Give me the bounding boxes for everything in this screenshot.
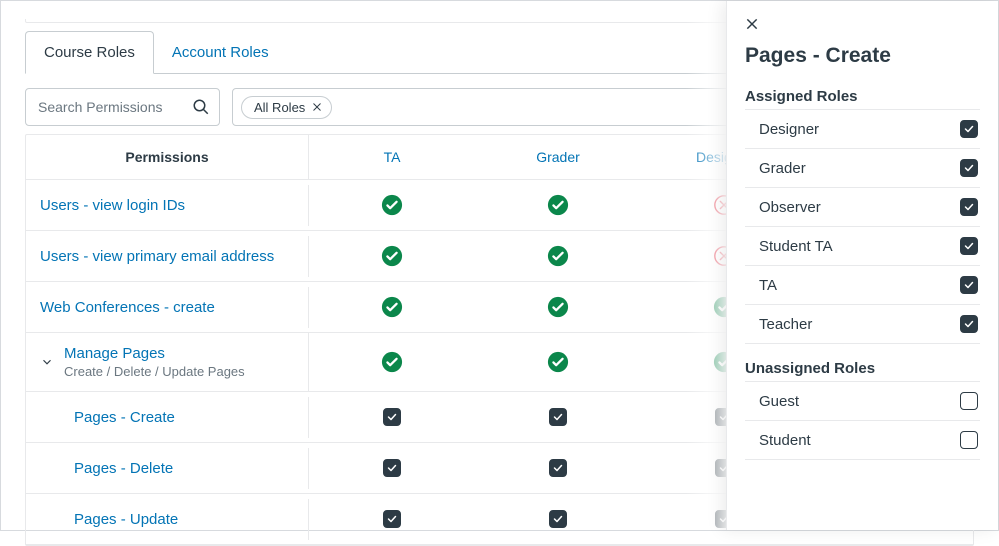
role-row: Observer (745, 188, 980, 227)
checkbox[interactable] (960, 237, 978, 255)
checkbox[interactable] (960, 198, 978, 216)
col-role[interactable]: Grader (475, 135, 641, 179)
filter-chip-all-roles: All Roles (241, 96, 332, 119)
role-row: Teacher (745, 305, 980, 344)
permission-value[interactable] (475, 180, 641, 230)
permission-value[interactable] (309, 282, 475, 332)
checkbox[interactable] (960, 315, 978, 333)
checkbox[interactable] (960, 431, 978, 449)
tab-course-roles[interactable]: Course Roles (25, 31, 154, 74)
checkbox[interactable] (960, 276, 978, 294)
permission-value[interactable] (475, 494, 641, 544)
permission-link[interactable]: Manage Pages (64, 345, 245, 362)
filter-chip-label: All Roles (254, 100, 305, 115)
col-role[interactable]: TA (309, 135, 475, 179)
panel-title: Pages - Create (745, 44, 980, 68)
permission-value[interactable] (475, 231, 641, 281)
chevron-down-icon (40, 355, 54, 369)
role-row: TA (745, 266, 980, 305)
permission-value[interactable] (475, 282, 641, 332)
tab-account-roles[interactable]: Account Roles (154, 32, 287, 73)
permission-cell: Users - view primary email address (26, 236, 309, 277)
checkbox[interactable] (549, 510, 567, 528)
role-name: Student (759, 432, 811, 449)
checkbox[interactable] (383, 408, 401, 426)
assigned-list: Designer Grader Observer Student TA TA Teache… (745, 109, 980, 344)
permission-value[interactable] (309, 392, 475, 442)
permission-value[interactable] (309, 337, 475, 387)
checkbox[interactable] (960, 159, 978, 177)
permission-link[interactable]: Users - view login IDs (40, 197, 185, 214)
close-icon[interactable] (311, 101, 323, 113)
role-row: Student TA (745, 227, 980, 266)
permission-value[interactable] (475, 337, 641, 387)
role-name: TA (759, 277, 777, 294)
checkbox[interactable] (383, 459, 401, 477)
permission-cell: Users - view login IDs (26, 185, 309, 226)
permission-cell: Pages - Update (26, 499, 309, 540)
close-icon[interactable] (745, 17, 759, 31)
role-name: Grader (759, 160, 806, 177)
role-name: Teacher (759, 316, 812, 333)
role-row: Grader (745, 149, 980, 188)
permission-value[interactable] (309, 231, 475, 281)
checkbox[interactable] (549, 459, 567, 477)
checkbox[interactable] (960, 392, 978, 410)
checkbox[interactable] (960, 120, 978, 138)
role-row: Guest (745, 381, 980, 421)
permission-cell: Web Conferences - create (26, 287, 309, 328)
role-name: Guest (759, 393, 799, 410)
permission-sublabel: Create / Delete / Update Pages (64, 364, 245, 379)
role-row: Student (745, 421, 980, 460)
permission-cell: Pages - Create (26, 397, 309, 438)
search-box (25, 88, 220, 126)
expand-cell[interactable]: Manage Pages Create / Delete / Update Pag… (26, 333, 309, 391)
permission-link[interactable]: Web Conferences - create (40, 299, 215, 316)
checkbox[interactable] (549, 408, 567, 426)
unassigned-list: Guest Student (745, 381, 980, 460)
role-row: Designer (745, 109, 980, 149)
permission-link[interactable]: Users - view primary email address (40, 248, 274, 265)
permission-value[interactable] (309, 494, 475, 544)
detail-panel: Pages - Create Assigned Roles Designer Gr… (726, 1, 998, 530)
permission-link[interactable]: Pages - Update (74, 511, 178, 528)
permission-cell: Pages - Delete (26, 448, 309, 489)
permission-value[interactable] (309, 443, 475, 493)
search-input[interactable] (25, 88, 220, 126)
permission-link[interactable]: Pages - Delete (74, 460, 173, 477)
checkbox[interactable] (383, 510, 401, 528)
permission-link[interactable]: Pages - Create (74, 409, 175, 426)
permission-value[interactable] (475, 392, 641, 442)
role-name: Student TA (759, 238, 833, 255)
search-icon (192, 98, 210, 116)
permission-value[interactable] (309, 180, 475, 230)
unassigned-heading: Unassigned Roles (745, 360, 980, 377)
assigned-heading: Assigned Roles (745, 88, 980, 105)
role-name: Observer (759, 199, 821, 216)
col-permissions: Permissions (26, 135, 309, 179)
role-name: Designer (759, 121, 819, 138)
permission-value[interactable] (475, 443, 641, 493)
